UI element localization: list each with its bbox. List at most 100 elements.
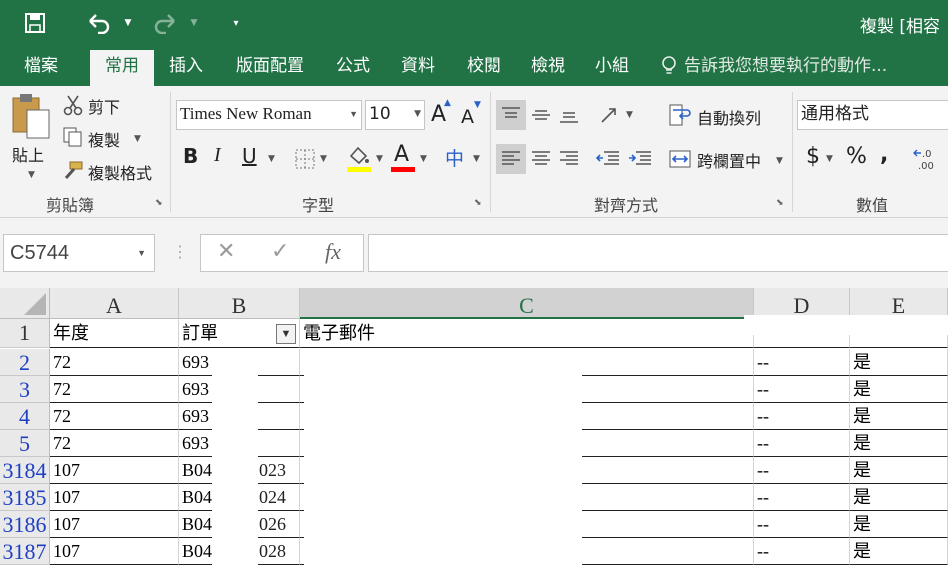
tab-home[interactable]: 常用 bbox=[90, 50, 154, 86]
save-icon[interactable] bbox=[22, 10, 48, 36]
merge-center-button[interactable]: 跨欄置中 bbox=[697, 148, 761, 172]
tab-formulas[interactable]: 公式 bbox=[328, 46, 378, 86]
name-box[interactable]: C5744 ▼ bbox=[3, 234, 155, 272]
tab-review[interactable]: 校閱 bbox=[458, 46, 510, 86]
font-color-dropdown-icon[interactable]: ▼ bbox=[420, 154, 427, 164]
formula-input[interactable] bbox=[368, 234, 948, 272]
align-top-icon[interactable] bbox=[496, 100, 526, 130]
column-header-b[interactable]: B bbox=[179, 288, 300, 319]
column-header-c[interactable]: C bbox=[300, 288, 754, 319]
increase-decimal-icon[interactable]: .0.00 bbox=[912, 144, 942, 174]
increase-indent-icon[interactable] bbox=[626, 144, 654, 174]
formula-bar-grip-icon[interactable]: ⋮ bbox=[172, 242, 188, 261]
redo-icon[interactable] bbox=[150, 10, 180, 36]
row-header[interactable]: 3186 bbox=[0, 511, 50, 538]
select-all-button[interactable] bbox=[0, 288, 50, 319]
format-painter-button[interactable]: 複製格式 bbox=[88, 160, 152, 184]
font-launcher-icon[interactable]: ⬊ bbox=[474, 198, 482, 208]
shrink-font-button[interactable]: A bbox=[461, 106, 474, 128]
fill-color-dropdown-icon[interactable]: ▼ bbox=[376, 154, 383, 164]
row-header[interactable]: 1 bbox=[0, 319, 50, 348]
table-cell-e[interactable]: 是 bbox=[850, 349, 948, 376]
wrap-text-icon[interactable] bbox=[668, 102, 692, 128]
table-cell-a[interactable]: 72 bbox=[50, 430, 179, 457]
cell-c1[interactable]: 電子郵件 bbox=[300, 319, 754, 348]
font-name-combo[interactable]: Times New Roman ▼ bbox=[176, 100, 362, 130]
italic-button[interactable]: I bbox=[214, 144, 221, 167]
fill-color-icon[interactable] bbox=[346, 144, 372, 174]
table-cell-d[interactable]: -- bbox=[754, 376, 850, 403]
clipboard-launcher-icon[interactable]: ⬊ bbox=[155, 198, 163, 208]
copy-icon[interactable] bbox=[62, 126, 84, 148]
borders-dropdown-icon[interactable]: ▼ bbox=[320, 154, 327, 164]
table-cell-a[interactable]: 107 bbox=[50, 511, 179, 538]
phonetic-dropdown-icon[interactable]: ▼ bbox=[473, 154, 480, 164]
row-header[interactable]: 2 bbox=[0, 349, 50, 376]
font-size-combo[interactable]: 10 ▼ bbox=[365, 100, 425, 130]
wrap-text-button[interactable]: 自動換列 bbox=[697, 105, 761, 129]
cell-b1[interactable]: 訂單 ▼ bbox=[179, 319, 300, 348]
table-cell-a[interactable]: 72 bbox=[50, 403, 179, 430]
table-cell-d[interactable]: -- bbox=[754, 511, 850, 538]
align-left-icon[interactable] bbox=[496, 144, 526, 174]
paste-icon[interactable] bbox=[10, 92, 54, 142]
tab-insert[interactable]: 插入 bbox=[160, 46, 212, 86]
table-cell-d[interactable]: -- bbox=[754, 403, 850, 430]
column-header-a[interactable]: A bbox=[50, 288, 179, 319]
align-middle-icon[interactable] bbox=[528, 100, 554, 130]
cut-button[interactable]: 剪下 bbox=[88, 94, 120, 118]
format-painter-icon[interactable] bbox=[62, 160, 84, 182]
borders-icon[interactable] bbox=[294, 148, 316, 170]
table-cell-e[interactable]: 是 bbox=[850, 430, 948, 457]
alignment-launcher-icon[interactable]: ⬊ bbox=[776, 198, 784, 208]
orientation-icon[interactable] bbox=[598, 102, 624, 128]
align-bottom-icon[interactable] bbox=[556, 100, 582, 130]
table-cell-a[interactable]: 72 bbox=[50, 349, 179, 376]
undo-dropdown-icon[interactable]: ▼ bbox=[122, 10, 134, 36]
table-cell-d[interactable]: -- bbox=[754, 430, 850, 457]
tab-file[interactable]: 檔案 bbox=[12, 46, 70, 86]
align-right-icon[interactable] bbox=[556, 144, 582, 174]
tab-team[interactable]: 小組 bbox=[586, 46, 638, 86]
row-header[interactable]: 3184 bbox=[0, 457, 50, 484]
comma-button[interactable]: , bbox=[880, 142, 888, 167]
table-cell-d[interactable]: -- bbox=[754, 538, 850, 565]
table-cell-e[interactable]: 是 bbox=[850, 403, 948, 430]
table-cell-e[interactable]: 是 bbox=[850, 484, 948, 511]
phonetic-guide-button[interactable]: 中 bbox=[445, 144, 464, 171]
scissors-icon[interactable] bbox=[62, 94, 84, 116]
merge-center-dropdown-icon[interactable]: ▼ bbox=[776, 156, 783, 166]
tab-view[interactable]: 檢視 bbox=[522, 46, 574, 86]
table-cell-d[interactable]: -- bbox=[754, 484, 850, 511]
customize-quick-access-icon[interactable]: ▾ bbox=[228, 10, 244, 36]
percent-button[interactable]: % bbox=[846, 144, 867, 169]
font-size-dropdown-icon[interactable]: ▼ bbox=[414, 101, 421, 127]
insert-function-icon[interactable]: fx bbox=[325, 239, 341, 265]
table-cell-e[interactable]: 是 bbox=[850, 376, 948, 403]
tell-me-search[interactable]: 告訴我您想要執行的動作... bbox=[684, 46, 887, 86]
font-color-button[interactable]: A bbox=[394, 142, 409, 167]
align-center-icon[interactable] bbox=[528, 144, 554, 174]
row-header[interactable]: 3 bbox=[0, 376, 50, 403]
table-cell-d[interactable]: -- bbox=[754, 349, 850, 376]
number-format-combo[interactable]: 通用格式 bbox=[797, 100, 948, 130]
orientation-dropdown-icon[interactable]: ▼ bbox=[626, 110, 633, 120]
merge-center-icon[interactable] bbox=[668, 146, 692, 172]
table-cell-e[interactable]: 是 bbox=[850, 538, 948, 565]
font-name-dropdown-icon[interactable]: ▼ bbox=[349, 101, 358, 127]
table-cell-a[interactable]: 107 bbox=[50, 538, 179, 565]
row-header[interactable]: 5 bbox=[0, 430, 50, 457]
name-box-dropdown-icon[interactable]: ▼ bbox=[137, 235, 146, 271]
underline-button[interactable]: U bbox=[242, 144, 257, 168]
table-cell-d[interactable]: -- bbox=[754, 457, 850, 484]
bold-button[interactable]: B bbox=[183, 144, 198, 168]
table-cell-e[interactable]: 是 bbox=[850, 511, 948, 538]
cell-a1[interactable]: 年度 bbox=[50, 319, 179, 348]
copy-dropdown-icon[interactable]: ▼ bbox=[134, 134, 141, 144]
paste-dropdown-icon[interactable]: ▼ bbox=[28, 170, 35, 180]
row-header[interactable]: 3187 bbox=[0, 538, 50, 565]
tab-data[interactable]: 資料 bbox=[392, 46, 444, 86]
redo-dropdown-icon[interactable]: ▼ bbox=[188, 10, 200, 36]
decrease-indent-icon[interactable] bbox=[594, 144, 622, 174]
table-cell-a[interactable]: 107 bbox=[50, 457, 179, 484]
